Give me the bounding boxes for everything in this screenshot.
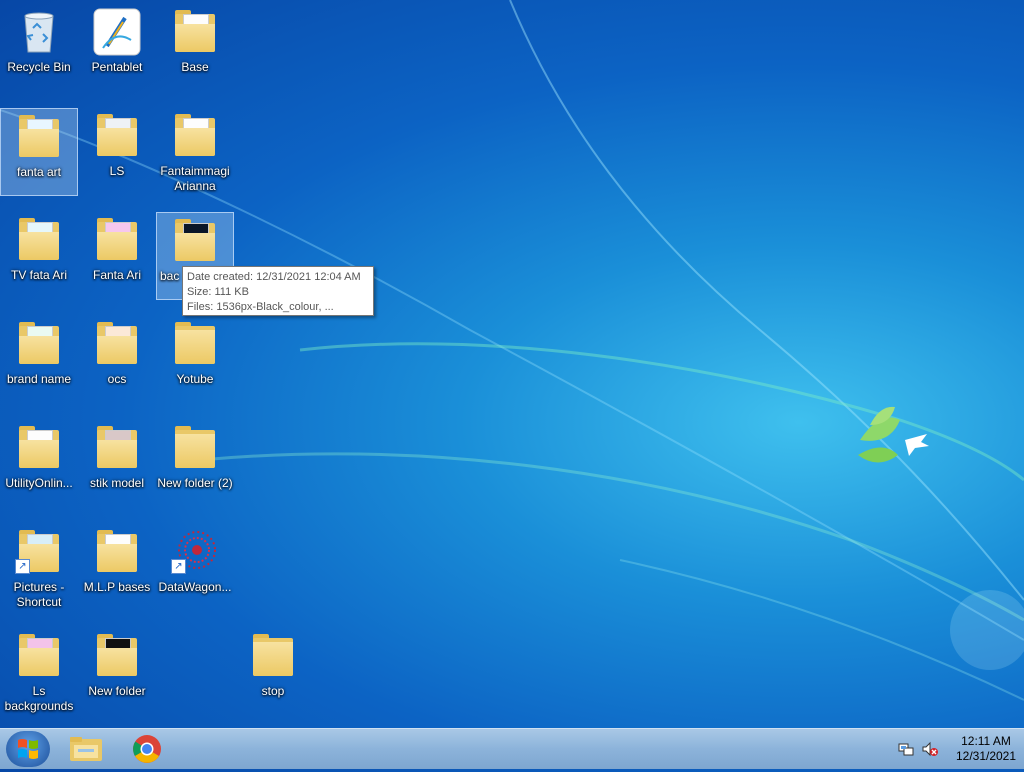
folder-icon xyxy=(171,320,219,368)
folder-icon: ↗ xyxy=(15,528,63,576)
icon-label: LS xyxy=(109,164,125,178)
desktop-icon-fanta-art[interactable]: fanta art xyxy=(0,108,78,196)
desktop-icon-fantaimmagi-arianna[interactable]: Fantaimmagi Arianna xyxy=(156,108,234,196)
clock-time: 12:11 AM xyxy=(961,734,1011,748)
icon-label: Ls backgrounds xyxy=(4,684,74,713)
bird-leaves-decoration xyxy=(858,406,929,463)
desktop-icon-tv-fata-ari[interactable]: TV fata Ari xyxy=(0,212,78,300)
desktop-icon-brand-name[interactable]: brand name xyxy=(0,316,78,404)
folder-icon xyxy=(93,320,141,368)
folder-icon xyxy=(171,217,219,265)
icon-label: Base xyxy=(181,60,209,74)
icon-label: M.L.P bases xyxy=(83,580,151,594)
desktop-icon-stop[interactable]: stop xyxy=(234,628,312,716)
icon-label: stop xyxy=(261,684,285,698)
clock-date: 12/31/2021 xyxy=(955,749,1017,763)
desktop-icon-utilityonline[interactable]: UtilityOnlin... xyxy=(0,420,78,508)
tooltip-files: Files: 1536px-Black_colour, ... xyxy=(187,301,334,313)
icon-label: Pictures - Shortcut xyxy=(13,580,65,609)
desktop-icon-pictures-shortcut[interactable]: ↗ Pictures - Shortcut xyxy=(0,524,78,612)
desktop-icon-new-folder[interactable]: New folder xyxy=(78,628,156,716)
desktop-icon-ls[interactable]: LS xyxy=(78,108,156,196)
folder-icon xyxy=(93,216,141,264)
desktop-icon-yotube[interactable]: Yotube xyxy=(156,316,234,404)
tooltip-size: Size: 111 KB xyxy=(187,286,249,298)
file-explorer-icon xyxy=(70,737,102,761)
desktop-icon-pentablet[interactable]: Pentablet xyxy=(78,4,156,92)
taskbar-file-explorer-button[interactable] xyxy=(60,731,112,767)
recycle-bin-icon xyxy=(15,8,63,56)
icon-label: Yotube xyxy=(176,372,214,386)
folder-icon xyxy=(249,632,297,680)
folder-icon xyxy=(15,113,63,161)
desktop-icon-base[interactable]: Base xyxy=(156,4,234,92)
chrome-icon xyxy=(133,735,161,763)
icon-label: ocs xyxy=(107,372,127,386)
network-icon[interactable] xyxy=(898,741,914,757)
desktop-icon-stik-model[interactable]: stik model xyxy=(78,420,156,508)
shortcut-arrow-icon: ↗ xyxy=(15,559,30,574)
icon-label: fanta art xyxy=(16,165,62,179)
volume-muted-icon[interactable] xyxy=(922,741,938,757)
tooltip-date-created: Date created: 12/31/2021 12:04 AM xyxy=(187,271,361,283)
folder-icon xyxy=(15,632,63,680)
folder-info-tooltip: Date created: 12/31/2021 12:04 AM Size: … xyxy=(182,266,374,316)
desktop-icon-new-folder-2[interactable]: New folder (2) xyxy=(156,420,234,508)
icon-label: TV fata Ari xyxy=(10,268,68,282)
icon-label: New folder (2) xyxy=(157,476,233,490)
start-button[interactable] xyxy=(6,731,50,767)
icon-label: stik model xyxy=(89,476,145,490)
folder-icon xyxy=(171,112,219,160)
folder-icon xyxy=(171,8,219,56)
taskbar: 12:11 AM 12/31/2021 xyxy=(0,728,1024,769)
folder-icon xyxy=(93,528,141,576)
system-clock[interactable]: 12:11 AM 12/31/2021 xyxy=(948,734,1024,764)
windows-logo-icon xyxy=(18,739,38,759)
folder-icon xyxy=(93,632,141,680)
folder-icon xyxy=(15,424,63,472)
folder-icon xyxy=(15,216,63,264)
icon-label: brand name xyxy=(6,372,72,386)
folder-icon xyxy=(171,424,219,472)
desktop-icon-fanta-ari[interactable]: Fanta Ari xyxy=(78,212,156,300)
desktop-icon-datawagon[interactable]: ↗ DataWagon... xyxy=(156,524,234,612)
icon-label: Fantaimmagi Arianna xyxy=(160,164,230,193)
icon-label: UtilityOnlin... xyxy=(5,476,73,490)
folder-icon xyxy=(15,320,63,368)
shortcut-arrow-icon: ↗ xyxy=(171,559,186,574)
desktop-icon-recycle-bin[interactable]: Recycle Bin xyxy=(0,4,78,92)
folder-icon xyxy=(93,112,141,160)
icon-label: Pentablet xyxy=(91,60,143,74)
icon-label: New folder xyxy=(88,684,146,698)
desktop-icon-ls-backgrounds[interactable]: Ls backgrounds xyxy=(0,628,78,716)
icon-label: Fanta Ari xyxy=(92,268,142,282)
datawagon-app-icon: ↗ xyxy=(171,528,219,576)
taskbar-chrome-button[interactable] xyxy=(121,731,173,767)
icon-label: Recycle Bin xyxy=(7,60,71,74)
desktop-icon-ocs[interactable]: ocs xyxy=(78,316,156,404)
desktop-icon-mlp-bases[interactable]: M.L.P bases xyxy=(78,524,156,612)
icon-label: DataWagon... xyxy=(158,580,232,594)
folder-icon xyxy=(93,424,141,472)
pentablet-app-icon xyxy=(93,8,141,56)
